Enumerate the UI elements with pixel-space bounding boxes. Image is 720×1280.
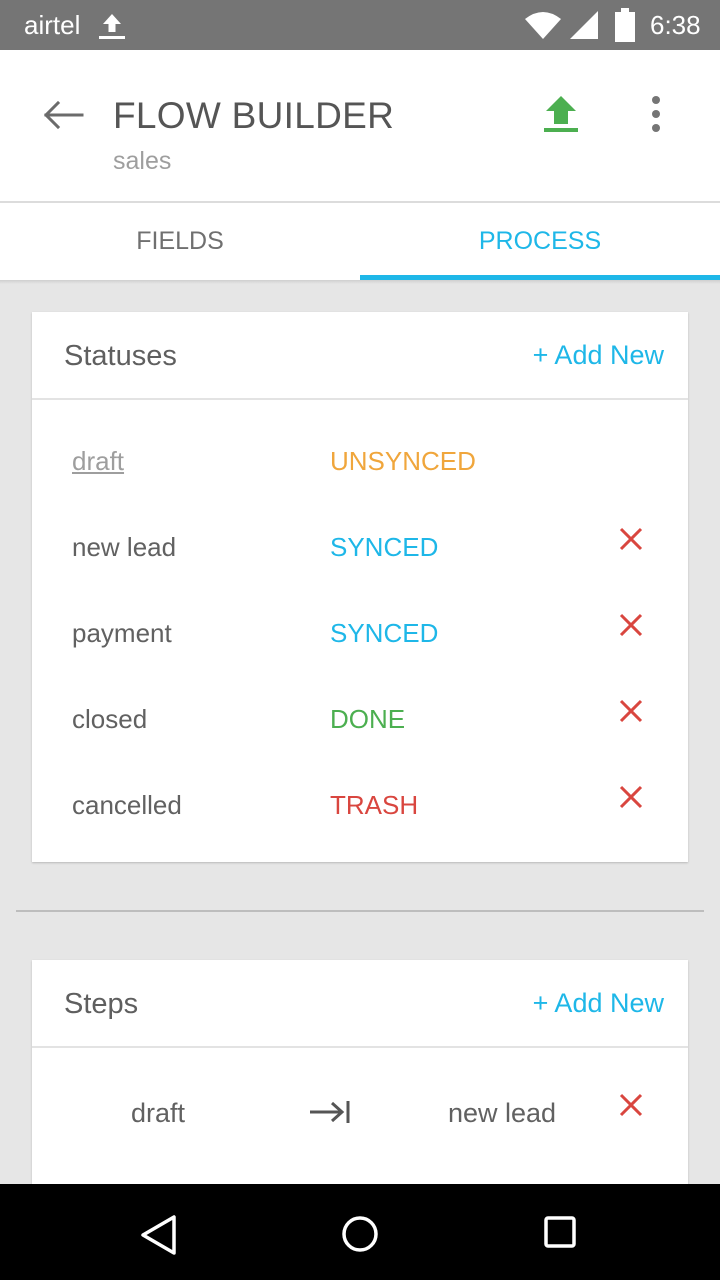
status-name[interactable]: closed (72, 704, 147, 735)
steps-header: Steps + Add New (32, 960, 688, 1048)
tab-bar-shadow (0, 280, 720, 284)
status-state: SYNCED (330, 532, 439, 562)
status-name[interactable]: payment (72, 618, 172, 649)
upload-notification-icon (99, 14, 125, 39)
nav-home-icon[interactable] (338, 1212, 382, 1256)
status-name[interactable]: cancelled (72, 790, 182, 821)
step-to: new lead (447, 1098, 557, 1128)
steps-card: Steps + Add New draft new lead (32, 960, 688, 1220)
system-nav-bar (0, 1184, 720, 1280)
status-state: TRASH (330, 790, 419, 820)
app-bar: FLOW BUILDER sales (0, 50, 720, 203)
status-row: payment SYNCED (32, 590, 688, 676)
close-icon[interactable] (616, 696, 646, 726)
close-icon[interactable] (616, 782, 646, 812)
battery-icon (615, 8, 635, 42)
arrow-to-right-icon (310, 1101, 350, 1123)
status-state: UNSYNCED (330, 446, 476, 476)
status-row: draft UNSYNCED (32, 418, 688, 504)
signal-icon (570, 11, 598, 39)
step-from: draft (130, 1098, 186, 1128)
status-row: new lead SYNCED (32, 504, 688, 590)
tab-fields[interactable]: FIELDS (0, 203, 360, 280)
status-name-link[interactable]: draft (72, 446, 124, 477)
carrier-name: airtel (24, 10, 81, 40)
upload-icon[interactable] (541, 94, 581, 134)
more-vert-icon[interactable] (640, 94, 672, 134)
page-subtitle: sales (113, 147, 172, 175)
tab-bar: FIELDS PROCESS (0, 203, 720, 280)
status-row: cancelled TRASH (32, 762, 688, 848)
clock: 6:38 (650, 10, 701, 40)
page-title: FLOW BUILDER (113, 95, 395, 136)
status-name[interactable]: new lead (72, 532, 176, 563)
close-icon[interactable] (616, 610, 646, 640)
status-row: closed DONE (32, 676, 688, 762)
statuses-title: Statuses (64, 340, 177, 372)
close-icon[interactable] (616, 524, 646, 554)
statuses-header: Statuses + Add New (32, 312, 688, 400)
status-state: SYNCED (330, 618, 439, 648)
arrow-left-icon[interactable] (40, 92, 86, 138)
add-step-button[interactable]: + Add New (533, 988, 664, 1019)
section-divider (16, 910, 704, 912)
nav-back-icon[interactable] (136, 1212, 182, 1258)
steps-title: Steps (64, 988, 139, 1020)
nav-recent-apps-icon[interactable] (540, 1212, 580, 1252)
tab-process[interactable]: PROCESS (360, 203, 720, 280)
status-state: DONE (330, 704, 406, 734)
add-status-button[interactable]: + Add New (533, 340, 664, 371)
status-bar: airtel 6:38 (0, 0, 720, 50)
step-row: draft new lead (32, 1070, 688, 1156)
close-icon[interactable] (616, 1090, 646, 1120)
wifi-icon (525, 12, 561, 39)
statuses-card: Statuses + Add New draft UNSYNCED new le… (32, 312, 688, 862)
